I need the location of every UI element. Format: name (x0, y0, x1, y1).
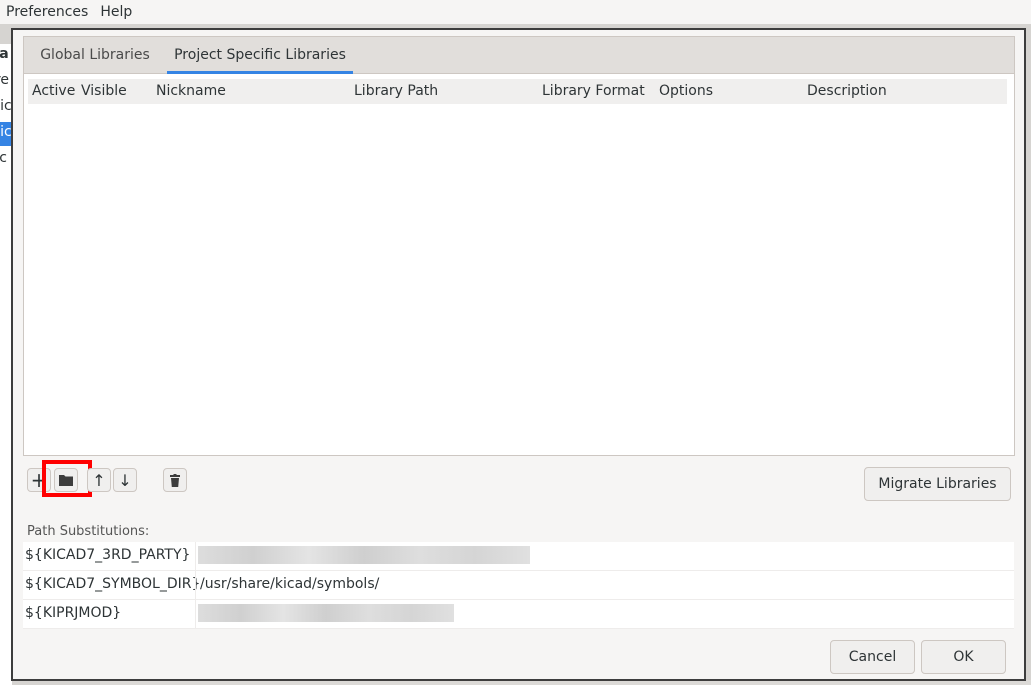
menu-help[interactable]: Help (94, 4, 138, 20)
substitution-name: ${KICAD7_SYMBOL_DIR} (25, 576, 201, 592)
path-substitution-row: ${KICAD7_SYMBOL_DIR} /usr/share/kicad/sy… (23, 571, 1014, 600)
substitution-name: ${KIPRJMOD} (25, 605, 122, 621)
menubar: Preferences Help (0, 0, 1031, 24)
path-substitutions-label: Path Substitutions: (27, 524, 150, 539)
substitution-value (195, 542, 1013, 570)
libraries-notebook: Global Libraries Project Specific Librar… (23, 36, 1015, 456)
col-active[interactable]: Active (32, 79, 75, 104)
manage-symbol-libraries-dialog: Global Libraries Project Specific Librar… (11, 28, 1026, 681)
tab-global-libraries[interactable]: Global Libraries (30, 37, 160, 74)
ok-button[interactable]: OK (921, 640, 1006, 674)
cancel-button[interactable]: Cancel (830, 640, 915, 674)
delete-library-button[interactable] (163, 468, 187, 492)
col-description[interactable]: Description (807, 79, 887, 104)
tab-bar: Global Libraries Project Specific Librar… (24, 37, 1014, 74)
migrate-libraries-button[interactable]: Migrate Libraries (864, 467, 1011, 501)
col-visible[interactable]: Visible (81, 79, 127, 104)
bg-fragment: pre (0, 72, 9, 88)
path-substitution-row: ${KICAD7_3RD_PARTY} (23, 542, 1014, 571)
bg-fragment: ca (0, 46, 9, 62)
highlight-box (42, 460, 92, 497)
menu-preferences[interactable]: Preferences (0, 4, 94, 20)
library-grid-header: Active Visible Nickname Library Path Lib… (28, 79, 1007, 104)
substitution-value (195, 600, 1013, 628)
tab-project-specific-libraries[interactable]: Project Specific Libraries (167, 37, 353, 74)
trash-icon (170, 473, 180, 487)
col-library-format[interactable]: Library Format (542, 79, 645, 104)
bg-fragment: kic (0, 98, 12, 114)
substitution-name: ${KICAD7_3RD_PARTY} (25, 547, 191, 563)
col-nickname[interactable]: Nickname (156, 79, 226, 104)
bg-fragment-selected: kic (0, 124, 12, 140)
move-up-button[interactable]: ↑ (87, 468, 111, 492)
path-substitution-row: ${KIPRJMOD} (23, 600, 1014, 629)
move-down-button[interactable]: ↓ (113, 468, 137, 492)
col-library-path[interactable]: Library Path (354, 79, 438, 104)
substitution-value: /usr/share/kicad/symbols/ (195, 571, 1013, 599)
bg-fragment: sc (0, 150, 7, 166)
col-options[interactable]: Options (659, 79, 713, 104)
